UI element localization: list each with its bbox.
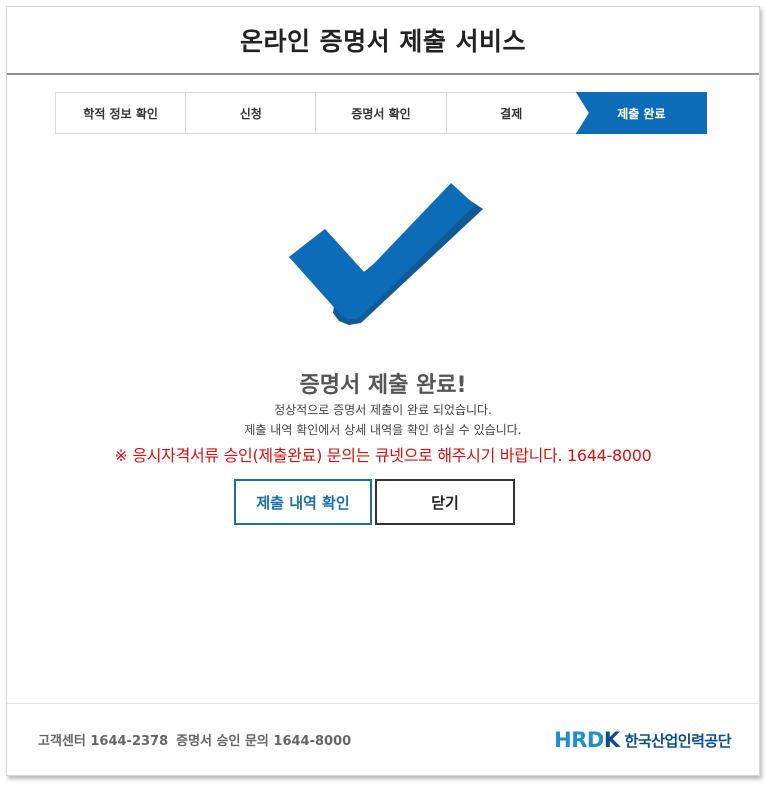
popup-window: 온라인 증명서 제출 서비스 학적 정보 확인 신청 증명서 확인 결제 제출 … [6,6,760,776]
step-submit-complete: 제출 완료 [575,92,708,134]
checkmark-icon [289,183,483,325]
qnet-notice: ※ 응시자격서류 승인(제출완료) 문의는 큐넷으로 해주시기 바랍니다. 16… [114,446,652,465]
submission-history-button[interactable]: 제출 내역 확인 [234,479,372,525]
complete-title: 증명서 제출 완료! [299,373,467,398]
approval-inquiry-phone: 증명서 승인 문의 1644-8000 [176,734,352,749]
footer: 고객센터 1644-2378 증명서 승인 문의 1644-8000 HRDK 한… [7,703,759,776]
footer-contact: 고객센터 1644-2378 증명서 승인 문의 1644-8000 [38,730,351,749]
close-button[interactable]: 닫기 [375,479,515,525]
title-bar: 온라인 증명서 제출 서비스 [7,7,759,75]
step-student-info: 학적 정보 확인 [55,92,186,134]
step-certificate-check: 증명서 확인 [315,92,446,134]
progress-steps: 학적 정보 확인 신청 증명서 확인 결제 제출 완료 [55,92,708,134]
step-apply: 신청 [185,92,316,134]
organization-name: 한국산업인력공단 [624,731,732,750]
complete-message: 정상적으로 증명서 제출이 완료 되었습니다. [274,403,492,417]
detail-guide-message: 제출 내역 확인에서 상세 내역을 확인 하실 수 있습니다. [244,423,522,437]
hrdk-logo: HRDK 한국산업인력공단 [554,728,731,752]
step-payment: 결제 [445,92,576,134]
page-title: 온라인 증명서 제출 서비스 [239,27,527,56]
hrdk-logo-mark: HRDK [554,728,620,752]
customer-center-phone: 고객센터 1644-2378 [38,734,169,749]
